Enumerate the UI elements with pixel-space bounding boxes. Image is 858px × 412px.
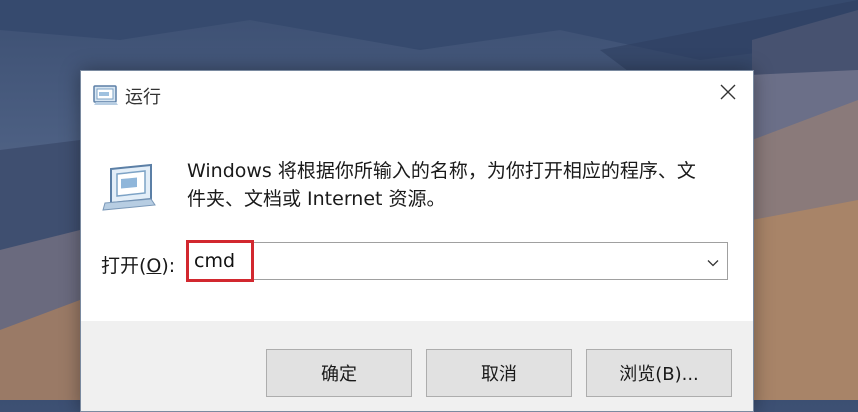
browse-button[interactable]: 浏览(B)... — [586, 349, 732, 397]
title-bar: 运行 — [81, 71, 753, 121]
run-icon — [101, 163, 157, 211]
open-label-prefix: 打开( — [101, 255, 147, 277]
cancel-button[interactable]: 取消 — [426, 349, 572, 397]
window-title: 运行 — [125, 87, 161, 108]
ok-button[interactable]: 确定 — [266, 349, 412, 397]
description-line-1: Windows 将根据你所输入的名称，为你打开相应的程序、文 — [187, 160, 696, 182]
command-input[interactable] — [194, 243, 694, 279]
open-label-accelerator: O — [146, 255, 162, 277]
run-window-icon — [93, 84, 119, 106]
open-label: 打开(O): — [101, 251, 175, 278]
close-icon — [720, 84, 736, 104]
run-dialog: 运行 Windows 将根据你所输入的名称，为你打开相应的程序、文 件夹、文档或… — [80, 70, 754, 412]
description: Windows 将根据你所输入的名称，为你打开相应的程序、文 件夹、文档或 In… — [187, 157, 733, 213]
close-button[interactable] — [703, 71, 753, 117]
open-label-suffix: ): — [161, 255, 176, 277]
open-combobox[interactable] — [187, 242, 728, 280]
chevron-down-icon — [707, 252, 719, 271]
description-line-2: 件夹、文档或 Internet 资源。 — [187, 188, 446, 210]
dropdown-button[interactable] — [699, 243, 727, 279]
